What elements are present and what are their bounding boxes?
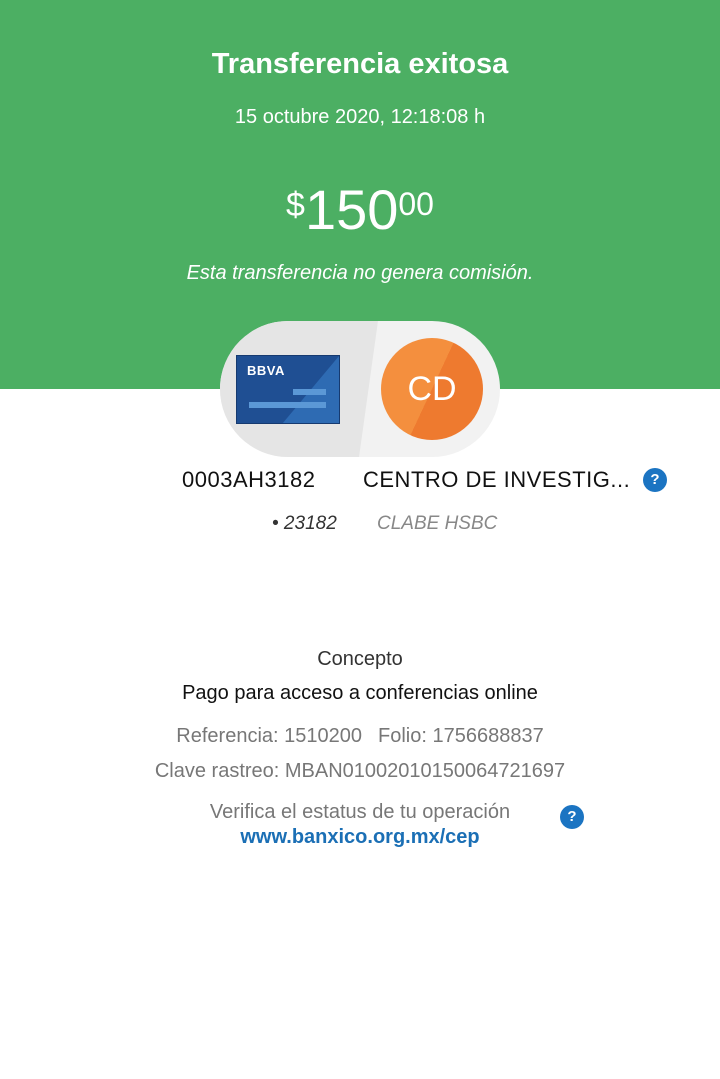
verify-help-icon[interactable]: ? [560,805,584,829]
recipient-name: CENTRO DE INVESTIG... [363,467,631,492]
recipient-avatar: CD [381,338,483,440]
concept-label: Concepto [317,648,403,670]
transfer-amount: $15000 [0,182,720,238]
reference-number: Referencia: 1510200 [176,725,362,747]
concept-value: Pago para acceso a conferencias online [182,682,538,704]
origin-account: 0003AH3182 [182,467,316,492]
origin-account-detail: • 23182 [272,513,337,534]
reference-folio-line: Referencia: 1510200 Folio: 1756688837 [0,725,720,748]
amount-decimals: 00 [398,186,434,222]
recipient-help-icon[interactable]: ? [643,468,667,492]
transfer-parties-pill: BBVA CD [220,321,500,457]
recipient-account-type: CLABE HSBC [377,513,498,534]
page-title: Transferencia exitosa [211,48,509,80]
verify-status-text: Verifica el estatus de tu operación [209,801,511,823]
amount-integer: 150 [304,178,399,241]
tracking-key: Clave rastreo: MBAN01002010150064721697 [154,760,566,782]
bank-logo-text: BBVA [247,363,285,378]
currency-symbol: $ [286,186,305,224]
commission-note: Esta transferencia no genera comisión. [186,262,534,284]
banxico-link[interactable]: www.banxico.org.mx/cep [0,826,720,849]
bbva-card-icon: BBVA [236,355,340,424]
transfer-datetime: 15 octubre 2020, 12:18:08 h [234,106,486,128]
folio-number: Folio: 1756688837 [378,725,544,747]
